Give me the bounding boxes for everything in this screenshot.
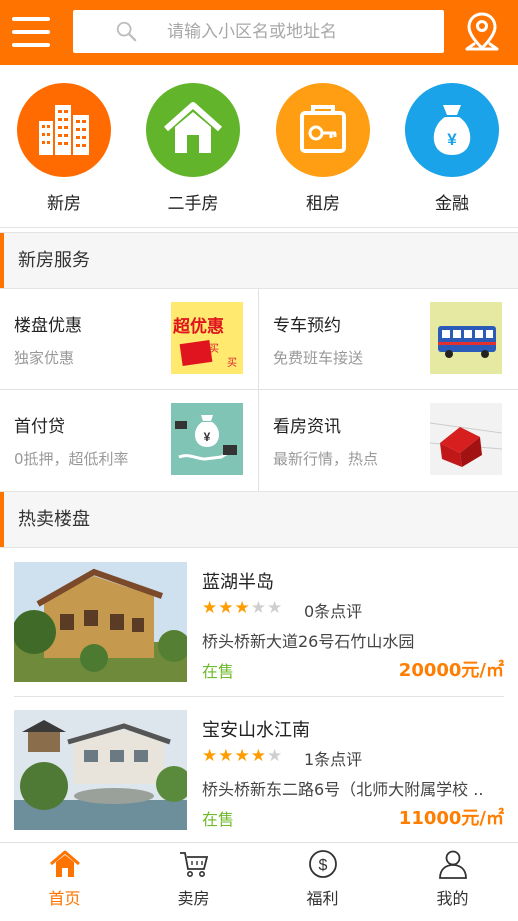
home-icon (49, 850, 80, 877)
category-label: 金融 (435, 194, 469, 214)
location-pin-icon[interactable] (464, 11, 500, 53)
service-subtitle: 免费班车接送 (273, 349, 364, 367)
divider (258, 289, 259, 491)
tab-welfare[interactable]: $ 福利 (258, 843, 387, 921)
service-house-news[interactable]: 看房资讯 最新行情，热点 (259, 390, 517, 490)
house-icon (146, 83, 240, 177)
tab-mine[interactable]: 我的 (388, 843, 517, 921)
listing-price: 20000元/㎡ (398, 660, 504, 681)
listing-price: 11000元/㎡ (398, 808, 504, 829)
cart-icon (179, 852, 208, 877)
service-down-payment-loan[interactable]: 首付贷 0抵押，超低利率 ¥ (0, 390, 258, 490)
loan-hand-icon: ¥ (171, 403, 243, 475)
listing-photo (14, 710, 187, 830)
category-label: 新房 (47, 194, 81, 214)
tab-label: 我的 (436, 889, 469, 908)
tab-label: 福利 (306, 889, 339, 908)
discount-badge-sub: 买 (209, 344, 219, 355)
search-input[interactable] (165, 16, 429, 48)
section-header-services: 新房服务 (0, 232, 518, 289)
discount-badge-text: 超优惠 (173, 317, 224, 337)
category-finance[interactable]: ¥ 金融 (402, 83, 502, 214)
section-header-hot: 热卖楼盘 (0, 491, 518, 548)
status-label: 在售 (202, 810, 235, 829)
service-subtitle: 最新行情，热点 (273, 450, 379, 468)
menu-icon[interactable] (12, 17, 50, 47)
money-bag-icon: ¥ (405, 83, 499, 177)
svg-text:¥: ¥ (447, 130, 457, 149)
search-bar[interactable] (73, 10, 444, 53)
status-label: 在售 (202, 662, 235, 681)
key-bag-icon (276, 83, 370, 177)
service-title: 楼盘优惠 (14, 316, 82, 336)
buildings-icon (17, 83, 111, 177)
service-shuttle[interactable]: 专车预约 免费班车接送 (259, 289, 517, 389)
svg-text:$: $ (318, 857, 327, 874)
category-new-house[interactable]: 新房 (14, 83, 114, 214)
review-count: 0条点评 (304, 602, 363, 621)
tab-label: 卖房 (177, 889, 210, 908)
service-title: 专车预约 (273, 316, 341, 336)
tab-sell[interactable]: 卖房 (129, 843, 258, 921)
tab-label: 首页 (48, 889, 81, 908)
listing-photo (14, 562, 187, 682)
review-count: 1条点评 (304, 750, 363, 769)
service-subtitle: 独家优惠 (14, 349, 75, 367)
service-title: 看房资讯 (273, 417, 341, 437)
listing-item[interactable]: 蓝湖半岛 ★★★★★ 0条点评 桥头桥新大道26号石竹山水园 在售 20000元… (0, 548, 518, 696)
tab-home[interactable]: 首页 (0, 843, 129, 921)
service-title: 首付贷 (14, 417, 65, 437)
search-icon (116, 21, 137, 42)
category-label: 二手房 (167, 194, 219, 214)
discount-icon: 超优惠 买 买 (171, 302, 243, 374)
listing-item[interactable]: 宝安山水江南 ★★★★★ 1条点评 桥头桥新东二路6号（北师大附属学校 .. 在… (0, 696, 518, 844)
category-row: 新房 二手房 租房 ¥ 金融 (0, 65, 518, 228)
listing-address: 桥头桥新大道26号石竹山水园 (202, 632, 415, 651)
svg-text:¥: ¥ (204, 430, 211, 444)
category-label: 租房 (306, 194, 340, 214)
service-grid: 楼盘优惠 独家优惠 超优惠 买 买 专车预约 免费班车接送 首付贷 0抵押，超低… (0, 289, 518, 491)
discount-badge-sub: 买 (227, 358, 237, 369)
service-discount[interactable]: 楼盘优惠 独家优惠 超优惠 买 买 (0, 289, 258, 389)
listing-address: 桥头桥新东二路6号（北师大附属学校 .. (202, 780, 484, 799)
listing-name: 蓝湖半岛 (202, 572, 274, 593)
rating-stars: ★★★★★ (202, 746, 284, 766)
listing-list: 蓝湖半岛 ★★★★★ 0条点评 桥头桥新大道26号石竹山水园 在售 20000元… (0, 548, 518, 848)
top-header (0, 0, 518, 65)
bus-icon (430, 302, 502, 374)
service-subtitle: 0抵押，超低利率 (14, 450, 129, 468)
dollar-coin-icon: $ (308, 850, 337, 878)
house-chart-icon (429, 403, 503, 475)
category-rent[interactable]: 租房 (273, 83, 373, 214)
listing-name: 宝安山水江南 (202, 720, 310, 741)
category-second-hand[interactable]: 二手房 (143, 83, 243, 214)
rating-stars: ★★★★★ (202, 598, 284, 618)
user-icon (438, 850, 467, 879)
bottom-tab-bar: 首页 卖房 $ 福利 我的 (0, 842, 518, 921)
